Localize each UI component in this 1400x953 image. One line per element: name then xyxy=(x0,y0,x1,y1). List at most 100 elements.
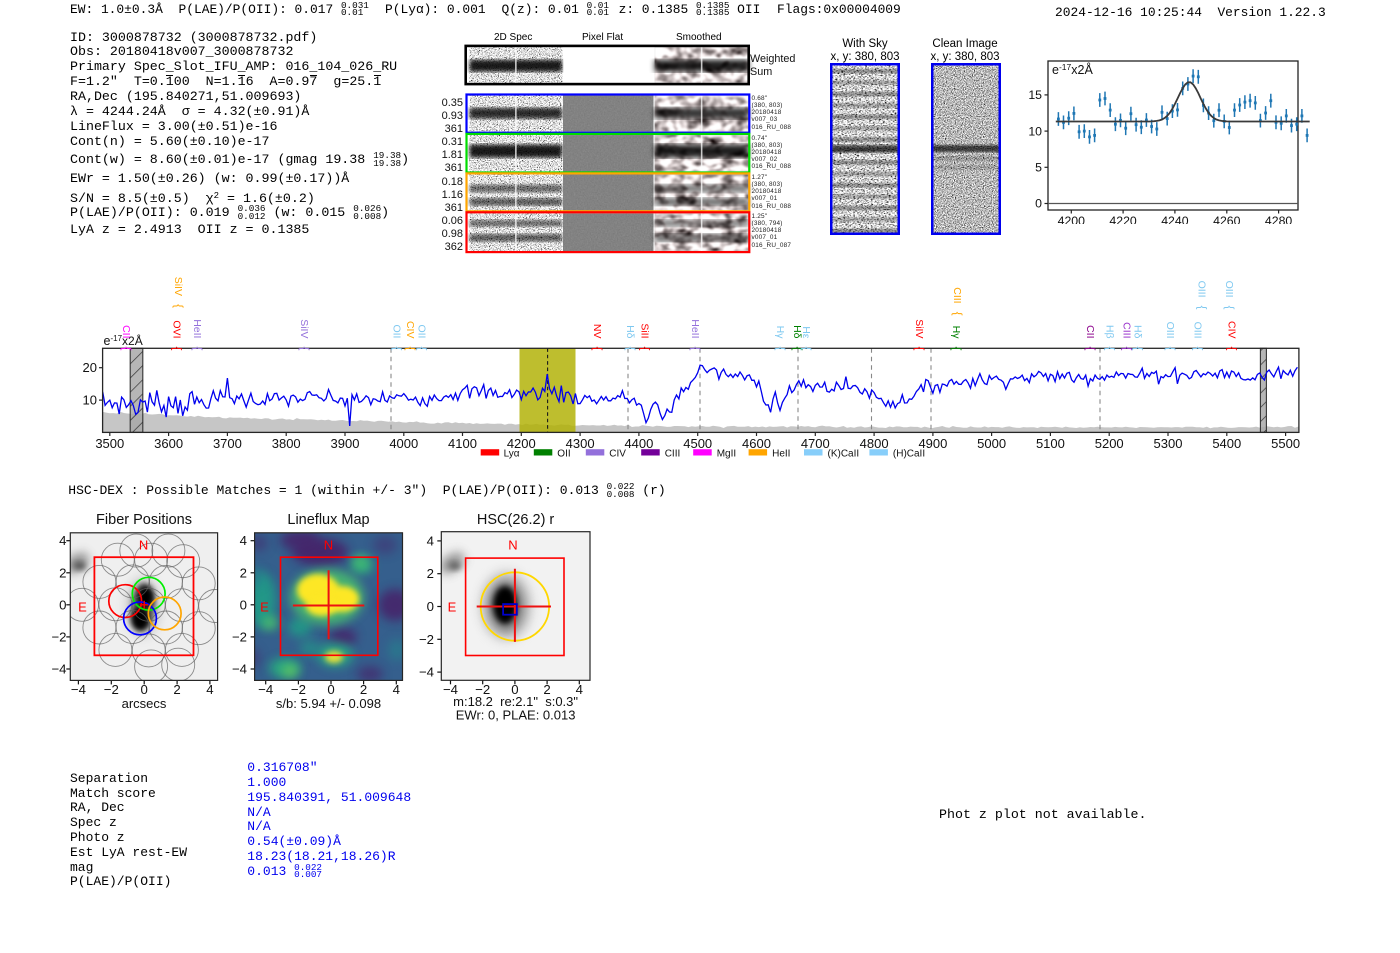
svg-text:N: N xyxy=(139,538,148,553)
svg-text:4200: 4200 xyxy=(1058,214,1086,224)
svg-text:5200: 5200 xyxy=(1095,436,1124,451)
svg-text:SiII: SiII xyxy=(639,323,651,338)
svg-text:4100: 4100 xyxy=(448,436,477,451)
svg-text:10: 10 xyxy=(1028,124,1042,138)
svg-text:{: { xyxy=(1196,305,1210,309)
svg-text:2: 2 xyxy=(59,565,66,580)
svg-text:HeII: HeII xyxy=(772,449,790,460)
svg-text:{: { xyxy=(591,346,605,350)
svg-text:0: 0 xyxy=(59,597,66,612)
svg-text:−4: −4 xyxy=(51,662,66,677)
svg-text:4: 4 xyxy=(59,533,66,548)
svg-text:(K)CaII: (K)CaII xyxy=(828,449,860,460)
svg-text:OII: OII xyxy=(557,449,570,460)
svg-text:{: { xyxy=(120,346,134,350)
svg-text:E: E xyxy=(448,600,457,615)
svg-text:{: { xyxy=(172,304,186,308)
svg-text:−2: −2 xyxy=(419,632,434,647)
svg-text:−2: −2 xyxy=(232,629,247,644)
svg-text:Hε: Hε xyxy=(800,326,812,339)
svg-text:4: 4 xyxy=(427,533,434,548)
svg-text:s/b: 5.94 +/- 0.098: s/b: 5.94 +/- 0.098 xyxy=(276,696,381,711)
svg-text:HeII: HeII xyxy=(689,319,701,338)
svg-text:e-17x2Å: e-17x2Å xyxy=(1052,62,1093,77)
svg-text:HeII: HeII xyxy=(191,319,203,338)
svg-text:5400: 5400 xyxy=(1212,436,1241,451)
svg-text:4400: 4400 xyxy=(624,436,653,451)
svg-text:{: { xyxy=(1192,346,1206,350)
svg-text:CIV: CIV xyxy=(404,321,416,339)
svg-text:OVI: OVI xyxy=(171,320,183,338)
svg-text:4: 4 xyxy=(240,533,247,548)
svg-text:arcsecs: arcsecs xyxy=(122,696,167,711)
svg-text:3900: 3900 xyxy=(331,436,360,451)
svg-text:{: { xyxy=(1132,346,1146,350)
svg-text:Hβ: Hβ xyxy=(1104,325,1116,339)
svg-text:NV: NV xyxy=(591,324,603,339)
svg-text:10: 10 xyxy=(83,392,97,407)
svg-text:2: 2 xyxy=(173,682,180,697)
svg-text:{: { xyxy=(774,346,788,350)
svg-text:CIV: CIV xyxy=(609,449,626,460)
svg-text:4500: 4500 xyxy=(683,436,712,451)
svg-text:5: 5 xyxy=(1035,161,1042,175)
svg-text:CII: CII xyxy=(120,325,132,338)
svg-text:−2: −2 xyxy=(51,629,66,644)
svg-text:4800: 4800 xyxy=(860,436,889,451)
svg-text:0: 0 xyxy=(240,597,247,612)
svg-text:2: 2 xyxy=(240,565,247,580)
svg-text:4240: 4240 xyxy=(1161,214,1189,224)
svg-text:{: { xyxy=(191,346,205,350)
svg-text:−2: −2 xyxy=(104,682,119,697)
svg-text:{: { xyxy=(1223,305,1237,309)
svg-text:OII: OII xyxy=(391,324,403,338)
svg-text:{: { xyxy=(1164,346,1178,350)
svg-text:N: N xyxy=(508,538,517,553)
svg-text:SiIV: SiIV xyxy=(298,319,310,338)
svg-text:5300: 5300 xyxy=(1154,436,1183,451)
svg-text:{: { xyxy=(639,346,653,350)
svg-text:−4: −4 xyxy=(71,682,86,697)
svg-text:15: 15 xyxy=(1028,88,1042,102)
svg-text:Hδ: Hδ xyxy=(624,325,636,339)
svg-text:3700: 3700 xyxy=(213,436,242,451)
svg-text:4260: 4260 xyxy=(1213,214,1241,224)
svg-text:{: { xyxy=(391,346,405,350)
svg-text:3600: 3600 xyxy=(154,436,183,451)
svg-text:SiIV: SiIV xyxy=(913,319,925,338)
svg-text:OII: OII xyxy=(416,324,428,338)
svg-text:Lyα: Lyα xyxy=(504,449,520,460)
svg-text:{: { xyxy=(1226,346,1240,350)
svg-text:CIII: CIII xyxy=(1121,322,1133,338)
svg-text:2: 2 xyxy=(360,682,367,697)
svg-text:CIII: CIII xyxy=(665,449,681,460)
svg-text:0: 0 xyxy=(1035,197,1042,211)
svg-text:{: { xyxy=(800,346,814,350)
svg-text:MgII: MgII xyxy=(717,449,736,460)
svg-text:Hδ: Hδ xyxy=(1132,325,1144,339)
svg-text:{: { xyxy=(1104,346,1118,350)
svg-text:Hγ: Hγ xyxy=(950,326,962,340)
svg-text:4280: 4280 xyxy=(1265,214,1293,224)
svg-text:3800: 3800 xyxy=(272,436,301,451)
svg-text:{: { xyxy=(624,346,638,350)
svg-text:E: E xyxy=(78,600,87,615)
svg-text:HSC(26.2) r: HSC(26.2) r xyxy=(477,512,555,528)
svg-text:Hγ: Hγ xyxy=(774,326,786,340)
svg-text:CIII: CIII xyxy=(951,287,963,303)
svg-text:Fiber Positions: Fiber Positions xyxy=(96,512,192,528)
svg-text:0: 0 xyxy=(327,682,334,697)
svg-text:EWr: 0, PLAE: 0.013: EWr: 0, PLAE: 0.013 xyxy=(456,708,576,723)
svg-text:(H)CaII: (H)CaII xyxy=(893,449,925,460)
svg-text:−4: −4 xyxy=(419,665,434,680)
svg-text:5100: 5100 xyxy=(1036,436,1065,451)
svg-text:{: { xyxy=(689,346,703,350)
svg-text:2: 2 xyxy=(427,566,434,581)
svg-text:{: { xyxy=(951,312,965,316)
svg-text:OIII: OIII xyxy=(1164,322,1176,339)
svg-text:−4: −4 xyxy=(258,682,273,697)
svg-text:CIV: CIV xyxy=(1226,321,1238,339)
svg-text:SiIV: SiIV xyxy=(172,277,184,296)
svg-text:5500: 5500 xyxy=(1271,436,1300,451)
svg-text:4: 4 xyxy=(393,682,400,697)
